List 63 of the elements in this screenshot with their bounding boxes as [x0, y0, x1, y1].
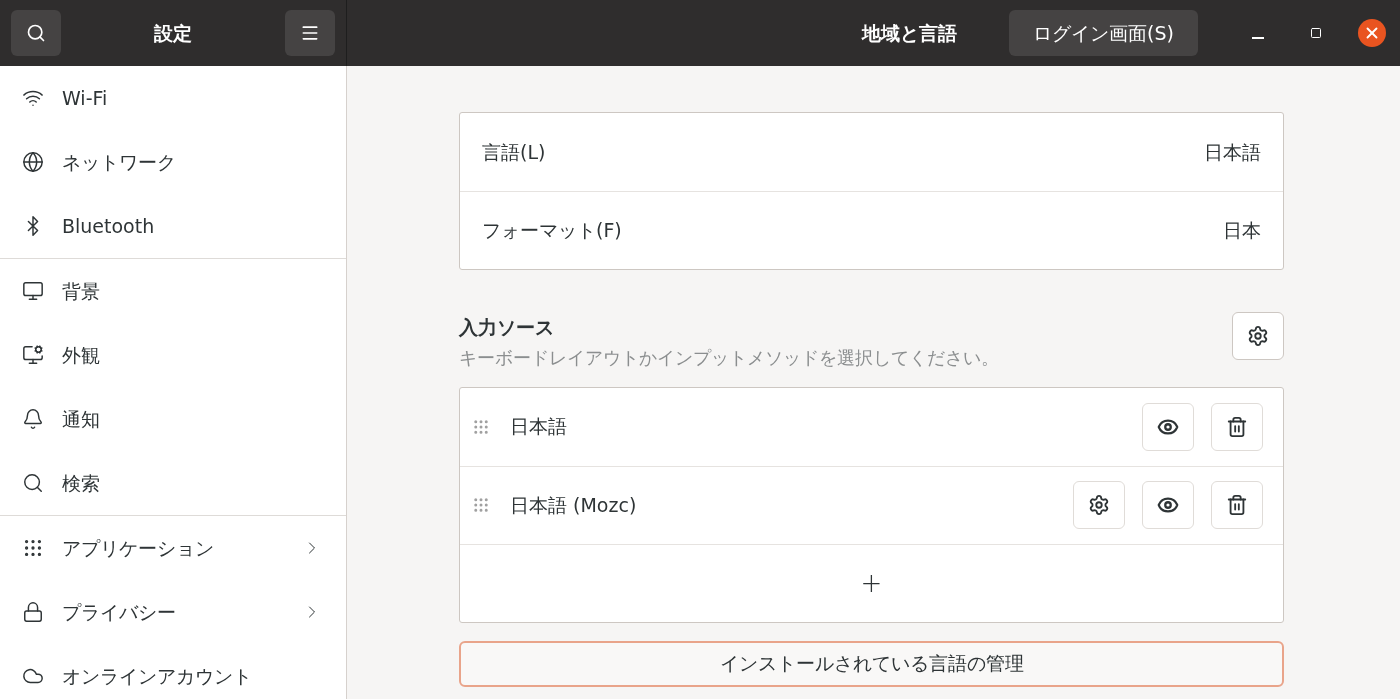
sidebar-label: プライバシー [62, 599, 177, 625]
search-icon [22, 472, 44, 494]
setting-row[interactable]: フォーマット(F) 日本 [460, 191, 1283, 269]
remove-button[interactable] [1211, 402, 1263, 451]
preview-button[interactable] [1142, 481, 1194, 529]
sidebar-item[interactable]: 検索 [0, 451, 346, 515]
monitor-icon [22, 344, 44, 366]
sidebar-label: オンラインアカウント [62, 663, 253, 689]
sidebar-label: 通知 [62, 406, 101, 432]
window-title: 地域と言語 [860, 20, 958, 46]
sidebar-item[interactable]: 通知 [0, 387, 346, 451]
minimize-icon [1252, 37, 1264, 39]
sidebar-item[interactable]: 外観 [0, 323, 346, 387]
sidebar-title: 設定 [154, 20, 192, 46]
search-icon [26, 23, 46, 43]
sidebar-label: Bluetooth [62, 213, 156, 239]
menu-button[interactable] [285, 10, 335, 56]
manage-languages-button[interactable]: インストールされている言語の管理 [459, 640, 1284, 687]
setting-label: 言語(L) [482, 139, 546, 165]
drag-handle-icon[interactable] [472, 417, 490, 436]
grid-icon [22, 537, 44, 559]
search-button[interactable] [11, 10, 61, 56]
sidebar-label: アプリケーション [62, 535, 215, 561]
sidebar-label: 背景 [62, 278, 101, 304]
sidebar-item[interactable]: オンラインアカウント [0, 644, 346, 699]
menu-icon [300, 23, 320, 43]
globe-icon [22, 151, 44, 173]
sidebar-label: 外観 [62, 342, 101, 368]
maximize-icon [1310, 27, 1322, 39]
setting-value: 日本語 [1204, 139, 1261, 165]
trash-icon [1226, 415, 1248, 438]
sidebar-item[interactable]: Bluetooth [0, 194, 346, 258]
section-description: キーボードレイアウトかインプットメソッドを選択してください。 [459, 345, 999, 370]
settings-icon [1247, 325, 1269, 347]
add-input-source-button[interactable]: + [460, 543, 1283, 622]
sidebar-item[interactable]: ネットワーク [0, 130, 346, 194]
sidebar-item[interactable]: プライバシー [0, 580, 346, 644]
setting-row[interactable]: 言語(L) 日本語 [460, 113, 1283, 191]
sidebar-item[interactable]: 背景 [0, 259, 346, 323]
source-settings-button[interactable] [1073, 481, 1125, 529]
sidebar-label: 検索 [62, 470, 101, 496]
input-source-row[interactable]: 日本語 (Mozc) [460, 465, 1283, 544]
preview-button[interactable] [1142, 402, 1194, 451]
drag-handle-icon[interactable] [472, 496, 490, 514]
bell-icon [22, 408, 44, 430]
input-source-row[interactable]: 日本語 [460, 387, 1283, 466]
input-source-name: 日本語 [510, 414, 568, 440]
settings-icon [1088, 494, 1110, 516]
sidebar-label: Wi-Fi [62, 85, 109, 111]
trash-icon [1226, 494, 1248, 516]
sidebar-label: ネットワーク [62, 149, 177, 175]
input-source-name: 日本語 (Mozc) [510, 492, 638, 518]
section-title: 入力ソース [459, 315, 555, 340]
lock-icon [22, 601, 44, 623]
login-screen-button[interactable]: ログイン画面(S) [1009, 10, 1198, 56]
remove-button[interactable] [1211, 481, 1263, 529]
monitor-icon [22, 280, 44, 302]
setting-label: フォーマット(F) [482, 218, 622, 244]
close-button[interactable] [1358, 19, 1386, 47]
input-settings-button[interactable] [1232, 312, 1284, 360]
sidebar-item[interactable]: Wi-Fi [0, 66, 346, 130]
setting-value: 日本 [1223, 218, 1261, 244]
sidebar-item[interactable]: アプリケーション [0, 516, 346, 580]
